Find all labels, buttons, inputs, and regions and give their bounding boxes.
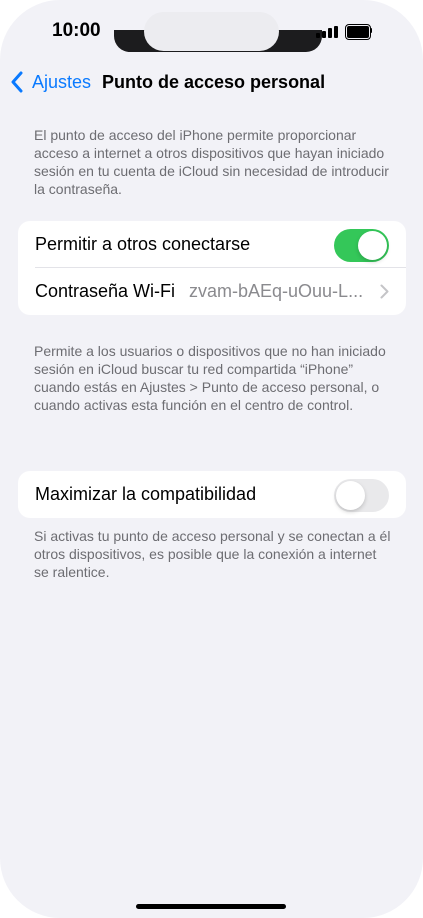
wifi-password-label: Contraseña Wi-Fi	[35, 281, 176, 301]
settings-group-compatibility: Maximizar la compatibilidad	[18, 471, 406, 518]
settings-group-hotspot: Permitir a otros conectarse Contraseña W…	[18, 221, 406, 315]
sharing-description: Permite a los usuarios o dispositivos qu…	[34, 343, 386, 413]
toggle-knob	[336, 481, 365, 510]
home-indicator[interactable]	[136, 904, 286, 909]
status-bar: 10:00	[0, 0, 423, 60]
allow-others-label: Permitir a otros conectarse	[35, 234, 251, 254]
page-title: Punto de acceso personal	[102, 72, 326, 92]
wifi-password-value: zvam-bAEq-uOuu-L...	[189, 281, 364, 301]
back-button-label: Ajustes	[32, 71, 92, 92]
maximize-compatibility-label: Maximizar la compatibilidad	[35, 484, 257, 504]
maximize-compatibility-toggle[interactable]	[334, 479, 389, 512]
compatibility-description: Si activas tu punto de acceso personal y…	[34, 528, 391, 580]
dynamic-island	[144, 12, 279, 51]
allow-others-toggle[interactable]	[334, 229, 389, 262]
cellular-signal-icon	[316, 26, 338, 38]
toggle-knob	[358, 231, 387, 260]
row-wifi-password[interactable]: Contraseña Wi-Fi zvam-bAEq-uOuu-L...	[18, 268, 406, 315]
chevron-right-icon	[380, 284, 389, 299]
row-maximize-compatibility: Maximizar la compatibilidad	[18, 471, 406, 518]
status-time: 10:00	[52, 20, 101, 41]
phone-screen: 10:00 Ajustes Punto de acceso personal E…	[0, 0, 423, 918]
navigation-bar: Ajustes Punto de acceso personal	[0, 64, 423, 100]
battery-icon	[345, 24, 375, 40]
chevron-left-icon	[11, 71, 23, 93]
back-button[interactable]: Ajustes	[10, 70, 91, 94]
row-allow-others: Permitir a otros conectarse	[18, 221, 406, 268]
intro-description: El punto de acceso del iPhone permite pr…	[34, 127, 389, 197]
